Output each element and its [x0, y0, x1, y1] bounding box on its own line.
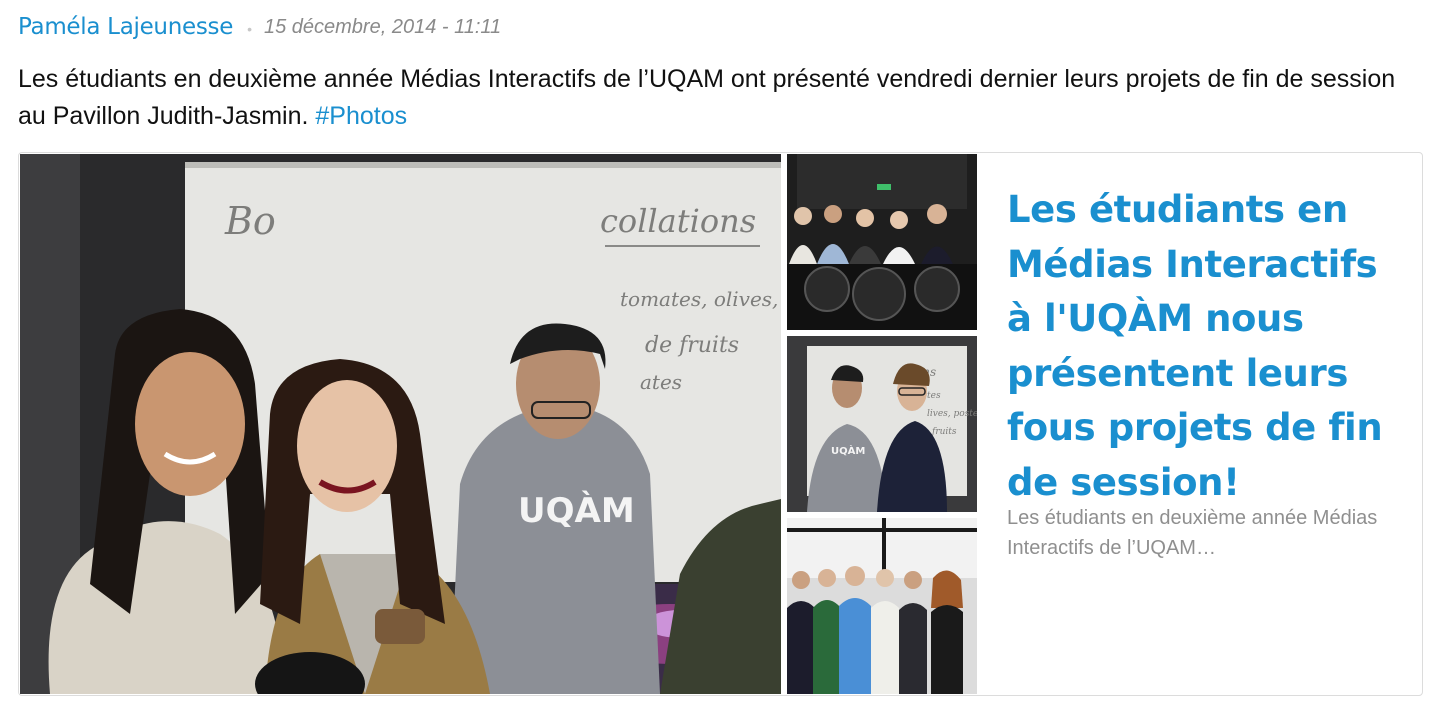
thumbnail-photo-3[interactable]	[787, 518, 977, 694]
thumbnail-3-image	[787, 518, 977, 694]
hashtag-link[interactable]: #Photos	[315, 102, 407, 130]
thumbnail-2-board-line-2: lives, poste	[927, 409, 977, 419]
card-title[interactable]: Les étudiants en Médias Interactifs à l'…	[1007, 183, 1407, 510]
main-photo[interactable]: Bo collations tomates, olives, pes de fr…	[20, 154, 781, 694]
meta-separator: •	[247, 21, 252, 37]
whiteboard-line-3: ates	[640, 370, 682, 394]
main-photo-image: Bo collations tomates, olives, pes de fr…	[20, 154, 781, 694]
card-description: Les étudiants en deuxième année Médias I…	[1007, 507, 1378, 559]
thumbnail-2-image: ons tes lives, poste fruits UQÀM	[787, 336, 977, 512]
post-date: 15 décembre, 2014 - 11:11	[263, 15, 502, 38]
thumbnail-2-sweater-text: UQÀM	[831, 444, 865, 457]
thumbnail-photo-1[interactable]	[787, 154, 977, 330]
author-link[interactable]: Paméla Lajeunesse	[18, 14, 233, 40]
thumbnail-2-board-line-3: fruits	[931, 427, 957, 437]
post-meta: Paméla Lajeunesse • 15 décembre, 2014 - …	[18, 12, 501, 42]
whiteboard-corner-text: Bo	[224, 199, 276, 243]
post-text: Les étudiants en deuxième année Médias I…	[18, 65, 1396, 130]
post-body: Les étudiants en deuxième année Médias I…	[18, 61, 1418, 135]
thumbnail-1-image	[787, 154, 977, 330]
thumbnail-photo-2[interactable]: ons tes lives, poste fruits UQÀM	[787, 336, 977, 512]
whiteboard-line-1: tomates, olives, pes	[620, 287, 781, 311]
thumbnail-2-board-line-1: tes	[927, 391, 941, 401]
sweater-text: UQÀM	[518, 490, 635, 531]
whiteboard-heading: collations	[600, 202, 756, 240]
link-preview-card[interactable]: Bo collations tomates, olives, pes de fr…	[18, 152, 1423, 696]
whiteboard-line-2: de fruits	[645, 333, 739, 358]
